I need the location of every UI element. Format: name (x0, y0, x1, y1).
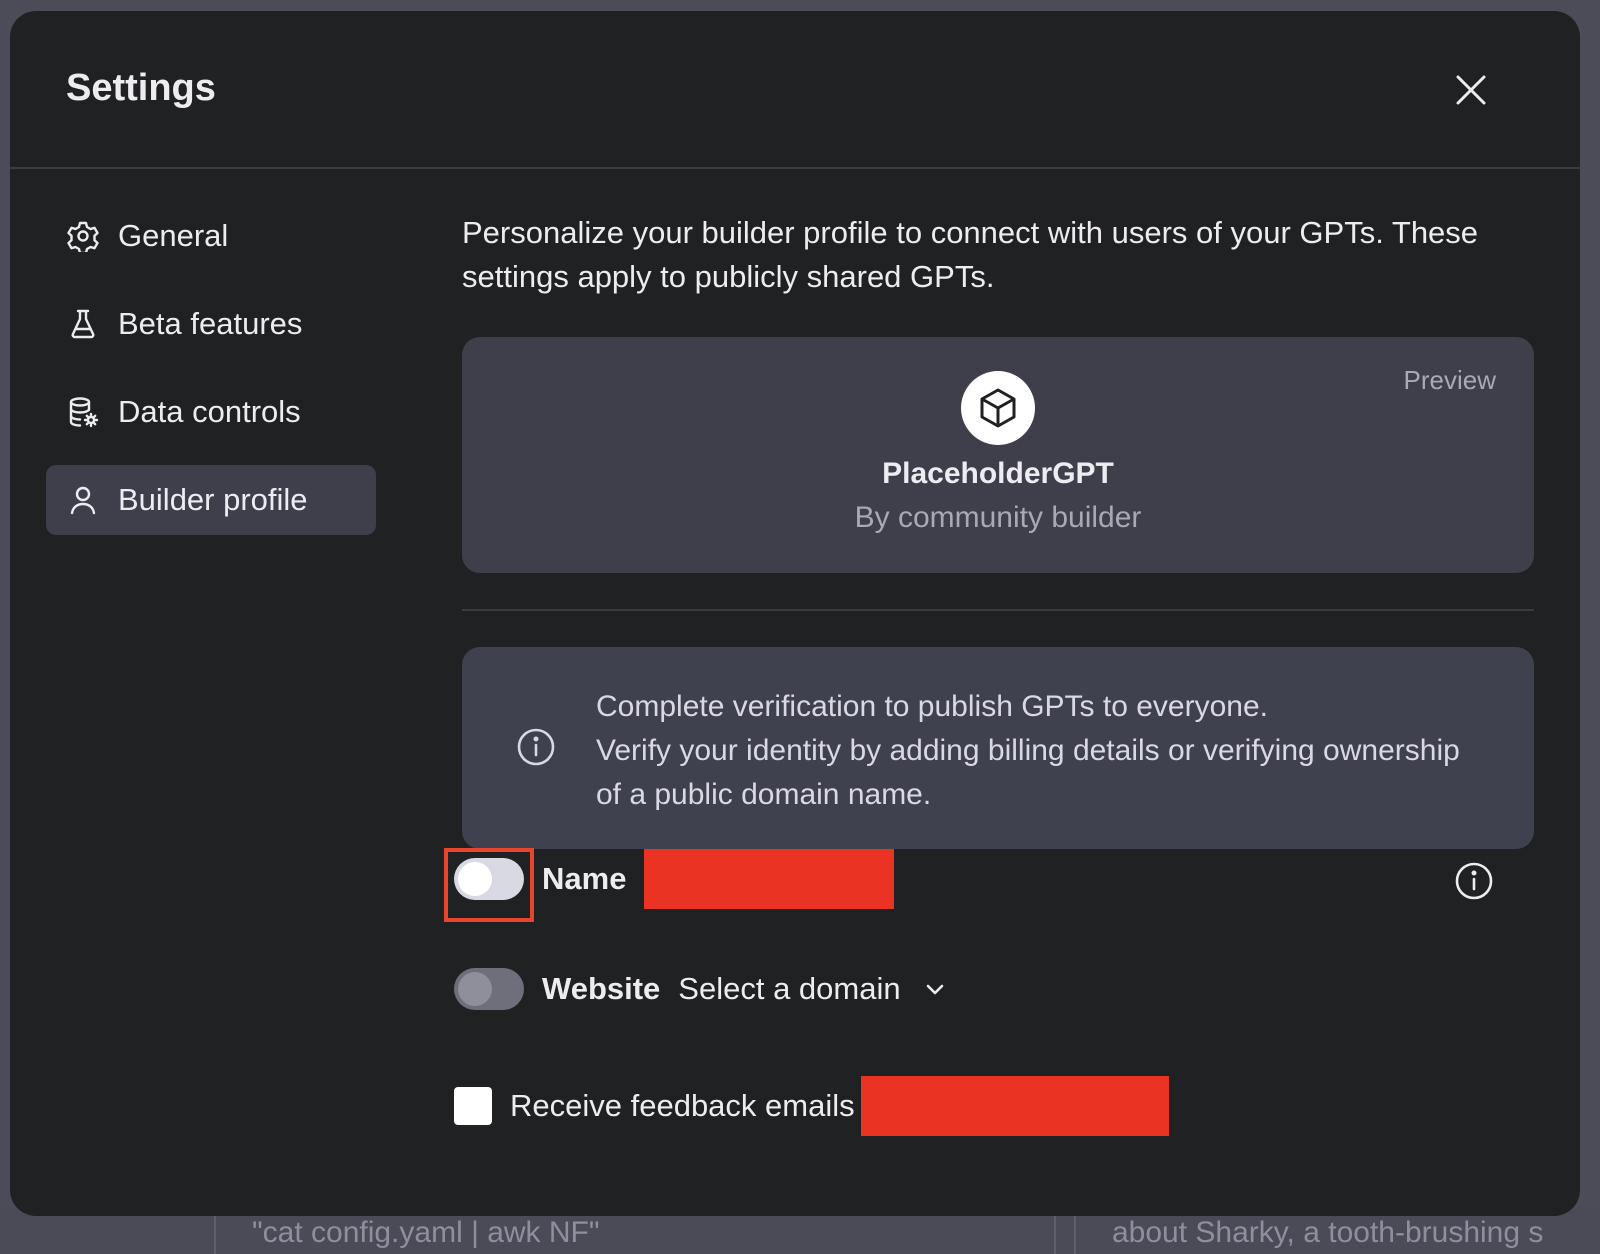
sidebar-item-data-controls[interactable]: Data controls (46, 377, 376, 447)
background-text-right: about Sharky, a tooth-brushing s (1112, 1216, 1544, 1249)
intro-text: Personalize your builder profile to conn… (462, 215, 1479, 294)
sidebar-item-label: Builder profile (118, 482, 308, 517)
name-toggle-wrapper (444, 848, 534, 922)
chevron-down-icon (926, 984, 943, 995)
preview-gpt-name: PlaceholderGPT (882, 457, 1114, 490)
redacted-name (644, 849, 895, 909)
website-row: Website Select a domain (454, 968, 947, 1010)
verification-notice: Complete verification to publish GPTs to… (462, 647, 1534, 849)
highlight-box (444, 848, 534, 922)
preview-author: By community builder (854, 501, 1142, 534)
feedback-label: Receive feedback emails (510, 1088, 855, 1123)
name-info-button[interactable] (1454, 861, 1494, 901)
notice-text: Complete verification to publish GPTs to… (596, 685, 1474, 817)
redacted-email (860, 1076, 1169, 1136)
gear-icon (66, 219, 100, 253)
background-divider (1074, 1214, 1076, 1254)
info-icon (1455, 862, 1493, 900)
settings-sidebar: General Beta features Data controls Buil… (46, 201, 376, 553)
modal-title: Settings (66, 67, 216, 109)
sidebar-item-label: Data controls (118, 394, 301, 429)
website-label: Website (542, 971, 661, 1006)
close-icon (1456, 75, 1486, 105)
modal-header: Settings (10, 11, 1580, 169)
website-toggle[interactable] (454, 968, 524, 1010)
sidebar-item-label: Beta features (118, 306, 303, 341)
section-divider (462, 609, 1534, 611)
preview-label: Preview (1403, 365, 1496, 395)
feedback-row: Receive feedback emails (454, 1076, 1169, 1136)
toggle-knob (458, 972, 492, 1006)
cube-icon (980, 388, 1016, 428)
notice-line-1: Complete verification to publish GPTs to… (596, 690, 1268, 723)
name-label: Name (542, 861, 627, 896)
domain-select-value: Select a domain (678, 971, 901, 1006)
close-button[interactable] (1450, 69, 1492, 111)
sidebar-item-beta-features[interactable]: Beta features (46, 289, 376, 359)
sidebar-item-builder-profile[interactable]: Builder profile (46, 465, 376, 535)
database-icon (66, 395, 100, 429)
flask-icon (66, 307, 100, 341)
sidebar-item-label: General (118, 218, 229, 253)
background-text-left: "cat config.yaml | awk NF" (252, 1216, 600, 1249)
preview-card: Preview PlaceholderGPT By community buil… (462, 337, 1534, 573)
sidebar-item-general[interactable]: General (46, 201, 376, 271)
builder-profile-panel: Personalize your builder profile to conn… (462, 211, 1534, 849)
domain-select[interactable]: Select a domain (678, 971, 946, 1007)
notice-line-2: Verify your identity by adding billing d… (596, 734, 1460, 811)
user-icon (66, 483, 100, 517)
settings-modal: Settings General Beta features Data cont… (10, 11, 1580, 1216)
background-divider (1054, 1214, 1056, 1254)
feedback-checkbox[interactable] (454, 1087, 492, 1125)
background-divider (214, 1214, 216, 1254)
info-icon (517, 728, 555, 766)
name-row: Name (444, 848, 895, 922)
gpt-logo (961, 371, 1035, 445)
